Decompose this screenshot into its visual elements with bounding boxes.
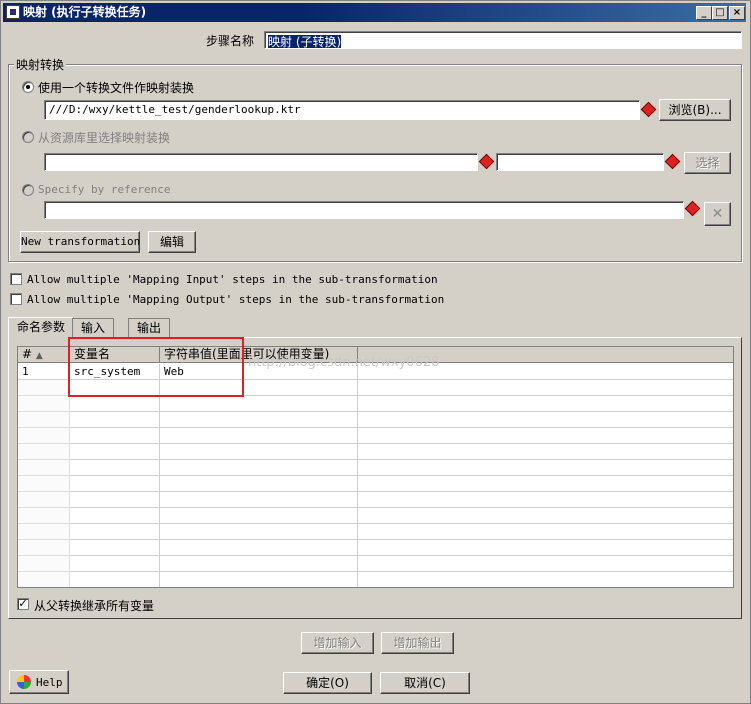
radio-by-reference[interactable] xyxy=(22,184,34,196)
multi-input-label: Allow multiple 'Mapping Input' steps in … xyxy=(27,273,438,286)
sort-arrow-icon: ▲ xyxy=(35,351,43,361)
maximize-button[interactable]: □ xyxy=(712,6,728,20)
title-bar: 映射 (执行子转换任务) xyxy=(3,3,746,22)
multi-output-checkbox[interactable] xyxy=(10,293,22,305)
new-transformation-button[interactable]: New transformation xyxy=(20,231,140,253)
variable-icon xyxy=(664,153,681,170)
step-name-value: 映射 (子转换) xyxy=(268,35,342,49)
edit-button[interactable]: 编辑 xyxy=(148,231,196,253)
reference-browse-button[interactable]: ✕ xyxy=(704,202,731,226)
watermark-text: http://blog.csdn.net/wxy0628 xyxy=(248,355,440,370)
radio-use-file-label: 使用一个转换文件作映射装换 xyxy=(38,81,195,95)
inherit-variables-checkbox[interactable]: ✓ xyxy=(17,598,29,610)
row-number-cell: 1 xyxy=(18,364,70,380)
window-title: 映射 (执行子转换任务) xyxy=(23,5,147,19)
mapping-group-title: 映射转换 xyxy=(14,56,67,73)
row-header-column xyxy=(18,380,70,587)
multi-output-label: Allow multiple 'Mapping Output' steps in… xyxy=(27,293,445,306)
highlight-box xyxy=(68,337,244,397)
select-button[interactable]: 选择 xyxy=(684,152,731,174)
radio-from-repo-label: 从资源库里选择映射装换 xyxy=(38,131,171,145)
help-button[interactable]: Help xyxy=(9,670,69,694)
radio-by-reference-label: Specify by reference xyxy=(38,183,171,196)
tab-input[interactable]: 输入 xyxy=(72,318,115,338)
variable-icon xyxy=(478,153,495,170)
tab-output[interactable]: 输出 xyxy=(128,318,171,338)
add-output-button[interactable]: 增加输出 xyxy=(381,632,454,654)
help-icon xyxy=(17,675,31,689)
step-name-input[interactable]: 映射 (子转换) xyxy=(264,31,742,49)
radio-from-repo[interactable] xyxy=(22,131,34,143)
repo-directory-input[interactable] xyxy=(44,153,478,171)
add-input-button[interactable]: 增加输入 xyxy=(301,632,374,654)
reference-input[interactable] xyxy=(44,201,684,219)
multi-input-checkbox[interactable] xyxy=(10,273,22,285)
radio-use-file[interactable] xyxy=(22,81,34,93)
minimize-button[interactable]: _ xyxy=(696,6,712,20)
col-divider xyxy=(357,380,358,587)
variable-icon xyxy=(640,101,657,118)
step-name-label: 步骤名称 xyxy=(206,34,255,48)
collapse-arrows-icon: ✕ xyxy=(711,206,724,222)
browse-button[interactable]: 浏览(B)... xyxy=(659,99,731,121)
empty-rows xyxy=(18,380,733,587)
inherit-variables-label: 从父转换继承所有变量 xyxy=(34,599,155,613)
column-header-number[interactable]: # ▲ xyxy=(18,347,70,363)
ok-button[interactable]: 确定(O) xyxy=(283,672,372,694)
close-button[interactable]: × xyxy=(729,6,745,20)
repo-name-input[interactable] xyxy=(496,153,664,171)
file-path-input[interactable]: ///D:/wxy/kettle_test/genderlookup.ktr xyxy=(44,100,640,120)
app-icon xyxy=(6,5,20,19)
variable-icon xyxy=(684,200,701,217)
tab-named-params[interactable]: 命名参数 xyxy=(8,317,75,338)
col-divider xyxy=(159,380,160,587)
cancel-button[interactable]: 取消(C) xyxy=(380,672,470,694)
